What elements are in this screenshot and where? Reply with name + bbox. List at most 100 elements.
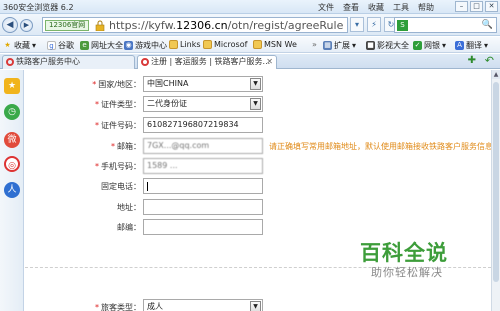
site-verified-badge[interactable]: 12306官网 [45, 20, 90, 31]
country-label: * 国家/地区： [92, 80, 141, 89]
bookmark-microsoft[interactable]: Microsof [203, 40, 247, 49]
forward-arrow-icon[interactable]: ▶ [20, 19, 33, 32]
new-tab-icon[interactable]: ✚ [468, 55, 476, 66]
bookmark-movies[interactable]: ■ 影视大全 [366, 40, 409, 51]
url-domain: 12306.cn [176, 19, 228, 32]
app-icon[interactable]: 人 [4, 182, 20, 198]
mobile-label: * 手机号码： [95, 162, 141, 171]
watermark-brand: 百科全说 [360, 241, 448, 265]
side-panel: ★ ◷ 微 ◎ 人 [0, 70, 24, 311]
bookmark-google[interactable]: g 谷歌 [47, 40, 74, 51]
star-icon: ★ [4, 41, 11, 49]
window-controls: – □ ✕ [455, 1, 498, 12]
phone-label: 固定电话： [101, 182, 141, 191]
country-select[interactable]: 中国CHINA ▼ [143, 76, 263, 92]
tab-label: 注册 | 客运服务 | 铁路客户服务... [151, 57, 271, 66]
form-row-id-type: * 证件类型： 二代身份证 ▼ [25, 96, 491, 112]
maximize-icon[interactable]: □ [470, 1, 483, 12]
menu-file[interactable]: 文件 [318, 2, 334, 13]
favorites-star-icon[interactable]: ★ [4, 78, 20, 94]
id-type-select[interactable]: 二代身份证 ▼ [143, 96, 263, 112]
chevron-down-icon[interactable]: ▼ [250, 301, 261, 311]
form-row-address: 地址： [25, 199, 491, 215]
weibo-icon[interactable]: 微 [4, 132, 20, 148]
menu-bar: 文件 查看 收藏 工具 帮助 [318, 2, 434, 13]
postcode-field[interactable] [143, 219, 263, 235]
tab-register[interactable]: 注册 | 客运服务 | 铁路客户服务... ✕ [137, 55, 277, 69]
form-row-postcode: 邮编： [25, 219, 491, 235]
folder-icon [203, 40, 212, 49]
email-label: * 邮箱： [111, 142, 141, 151]
menu-tools[interactable]: 工具 [393, 2, 409, 13]
chevron-down-icon[interactable]: ▼ [250, 78, 261, 90]
id-number-label: * 证件号码： [95, 121, 141, 130]
text-caret [147, 182, 148, 191]
folder-icon [253, 40, 262, 49]
search-engine-icon[interactable]: S [397, 20, 408, 31]
form-row-mobile: * 手机号码： 1589 ... [25, 158, 491, 174]
url-prefix: https://kyfw. [109, 19, 177, 32]
menu-help[interactable]: 帮助 [418, 2, 434, 13]
bookmark-msn[interactable]: MSN We [253, 40, 297, 49]
phone-field[interactable] [143, 178, 263, 194]
address-toolbar: ◀ ▶ 12306官网 https://kyfw.12306.cn/otn/re… [0, 14, 500, 36]
form-row-country: * 国家/地区： 中国CHINA ▼ [25, 76, 491, 92]
minimize-icon[interactable]: – [455, 1, 468, 12]
chevron-down-icon[interactable]: ▼ [250, 98, 261, 110]
passenger-type-select[interactable]: 成人 ▼ [143, 299, 263, 311]
dropdown-icon[interactable]: ▾ [350, 17, 364, 32]
passenger-type-label: * 旅客类型： [95, 303, 141, 311]
watermark-tagline: 助你轻松解决 [371, 266, 443, 279]
mobile-field[interactable]: 1589 ... [143, 158, 263, 174]
close-icon[interactable]: ✕ [485, 1, 498, 12]
undo-close-icon[interactable]: ↶ [485, 54, 494, 67]
url-path: /otn/regist/agreeRule [227, 19, 344, 32]
address-field[interactable] [143, 199, 263, 215]
tab-close-icon[interactable]: ✕ [266, 56, 273, 68]
bookmarks-bar: ★ 收藏 ▾ g 谷歌 e 网址大全 ◉ 游戏中心 Links Microsof MSN … [0, 37, 500, 53]
form-row-passenger-type: * 旅客类型： 成人 ▼ [25, 299, 491, 311]
vertical-scrollbar[interactable]: ▲ [491, 70, 500, 311]
bookmark-hao360[interactable]: e 网址大全 [80, 40, 123, 51]
registration-form: * 国家/地区： 中国CHINA ▼ * 证件类型： 二代身份证 ▼ * 证件号码： 61… [25, 70, 491, 311]
form-row-id-number: * 证件号码： 610827196807219834 [25, 117, 491, 133]
menu-view[interactable]: 查看 [343, 2, 359, 13]
id-type-label: * 证件类型： [95, 100, 141, 109]
bookmark-extensions[interactable]: ▦ 扩展 ▾ [323, 40, 356, 51]
history-clock-icon[interactable]: ◷ [4, 104, 20, 120]
email-hint: 请正确填写常用邮箱地址，默认使用邮箱接收铁路客户服务信息 [269, 142, 491, 151]
address-actions: ▾ ⚡ ↻ [350, 17, 398, 32]
lock-icon [95, 20, 105, 31]
id-number-field[interactable]: 610827196807219834 [143, 117, 263, 133]
bookmarks-overflow[interactable]: » [312, 40, 317, 49]
grid-icon: ▦ [323, 41, 332, 50]
address-input[interactable]: 12306官网 https://kyfw.12306.cn/otn/regist… [42, 17, 348, 33]
bookmark-links[interactable]: Links [169, 40, 201, 49]
bookmark-translate[interactable]: A 翻译 ▾ [455, 40, 488, 51]
email-field[interactable]: 7GX...@qq.com [143, 138, 263, 154]
site-favicon-icon [6, 58, 14, 66]
bookmark-ebank[interactable]: ✓ 网银 ▾ [413, 40, 446, 51]
search-icon[interactable]: 🔍 [482, 20, 493, 30]
url-text: https://kyfw.12306.cn/otn/regist/agreeRu… [109, 19, 343, 32]
window-title: 360安全浏览器 6.2 [3, 3, 74, 12]
postcode-label: 邮编： [117, 223, 141, 232]
scroll-up-arrow-icon[interactable]: ▲ [492, 70, 500, 79]
search-input[interactable]: S 🔍 [394, 17, 497, 33]
title-bar: 360安全浏览器 6.2 文件 查看 收藏 工具 帮助 – □ ✕ [0, 0, 500, 14]
shield-icon: ✓ [413, 41, 422, 50]
bookmark-games[interactable]: ◉ 游戏中心 [124, 40, 167, 51]
menu-favorites[interactable]: 收藏 [368, 2, 384, 13]
film-icon: ■ [366, 41, 375, 50]
watermark-logo: 百科全说 [360, 237, 448, 267]
scroll-thumb[interactable] [493, 82, 499, 282]
back-arrow-icon[interactable]: ◀ [2, 17, 18, 33]
target-icon[interactable]: ◎ [4, 156, 20, 172]
address-label: 地址： [117, 203, 141, 212]
form-row-phone: 固定电话： [25, 178, 491, 194]
lightning-icon[interactable]: ⚡ [367, 17, 381, 32]
tab-bar: 铁路客户服务中心 注册 | 客运服务 | 铁路客户服务... ✕ ✚ ↶ [0, 54, 500, 69]
tab-railway-service[interactable]: 铁路客户服务中心 [2, 55, 135, 69]
tab-label: 铁路客户服务中心 [16, 57, 80, 66]
bookmark-favorites[interactable]: ★ 收藏 ▾ [3, 40, 36, 51]
